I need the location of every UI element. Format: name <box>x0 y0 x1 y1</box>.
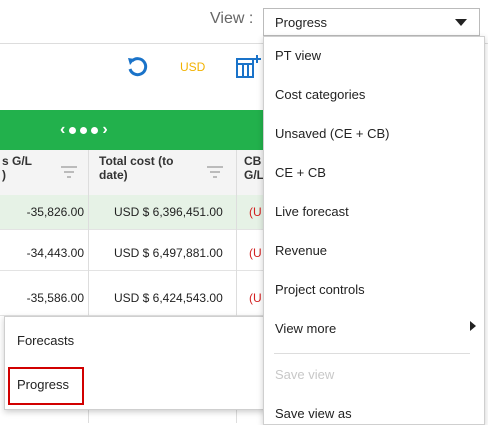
menu-item-cost-categories[interactable]: Cost categories <box>275 87 365 102</box>
cell-total-cost: USD $ 6,396,451.00 <box>114 205 223 219</box>
table-title-band <box>0 110 270 150</box>
cell-cb: (U <box>249 246 262 260</box>
table-row[interactable]: -35,826.00 USD $ 6,396,451.00 (U <box>0 195 270 230</box>
cell-gl: -35,826.00 <box>26 205 84 219</box>
column-header-gl[interactable]: s G/L) <box>2 154 32 182</box>
column-header-cb[interactable]: CB G/L <box>244 154 264 182</box>
cell-gl: -35,586.00 <box>26 291 84 305</box>
cell-total-cost: USD $ 6,424,543.00 <box>114 291 223 305</box>
cell-total-cost: USD $ 6,497,881.00 <box>114 246 223 260</box>
filter-icon[interactable] <box>61 166 77 178</box>
view-select-value: Progress <box>275 15 328 30</box>
chevron-left-icon[interactable]: ‹ <box>60 121 65 139</box>
table-row[interactable]: -34,443.00 USD $ 6,497,881.00 (U <box>0 236 270 271</box>
chevron-right-icon[interactable]: › <box>102 121 107 139</box>
undo-icon[interactable] <box>125 55 149 79</box>
table-row[interactable]: -35,586.00 USD $ 6,424,543.00 (U <box>0 281 270 316</box>
menu-item-project-controls[interactable]: Project controls <box>275 282 365 297</box>
highlight-box <box>8 367 84 405</box>
pager[interactable]: ‹ › <box>60 121 108 139</box>
menu-item-live-forecast[interactable]: Live forecast <box>275 204 349 219</box>
view-dropdown-menu: PT view Cost categories Unsaved (CE + CB… <box>263 36 485 425</box>
menu-item-unsaved-ce-cb[interactable]: Unsaved (CE + CB) <box>275 126 390 141</box>
caret-down-icon <box>455 19 467 26</box>
pager-dot[interactable] <box>91 126 99 134</box>
column-header-total-cost[interactable]: Total cost (to date) <box>99 154 173 182</box>
pager-dot[interactable] <box>80 126 88 134</box>
currency-toggle[interactable]: USD <box>180 60 205 74</box>
pager-dot[interactable] <box>69 126 77 134</box>
menu-divider <box>274 353 470 354</box>
menu-item-ce-cb[interactable]: CE + CB <box>275 165 326 180</box>
menu-item-revenue[interactable]: Revenue <box>275 243 327 258</box>
menu-item-save-view-as[interactable]: Save view as <box>275 406 352 421</box>
menu-item-pt-view[interactable]: PT view <box>275 48 321 63</box>
view-select[interactable]: Progress <box>263 8 480 36</box>
table-header: s G/L) Total cost (to date) CB G/L <box>0 150 270 196</box>
menu-item-save-view[interactable]: Save view <box>275 367 334 382</box>
view-label: View : <box>210 10 254 27</box>
cell-cb: (U <box>249 291 262 305</box>
menu-item-view-more[interactable]: View more <box>275 321 336 336</box>
submenu-item-forecasts[interactable]: Forecasts <box>17 333 74 348</box>
view-more-submenu: Forecasts Progress <box>4 316 267 410</box>
add-column-icon[interactable] <box>235 54 261 80</box>
cell-cb: (U <box>249 205 262 219</box>
cell-gl: -34,443.00 <box>26 246 84 260</box>
chevron-right-icon <box>470 321 476 331</box>
filter-icon[interactable] <box>207 166 223 178</box>
